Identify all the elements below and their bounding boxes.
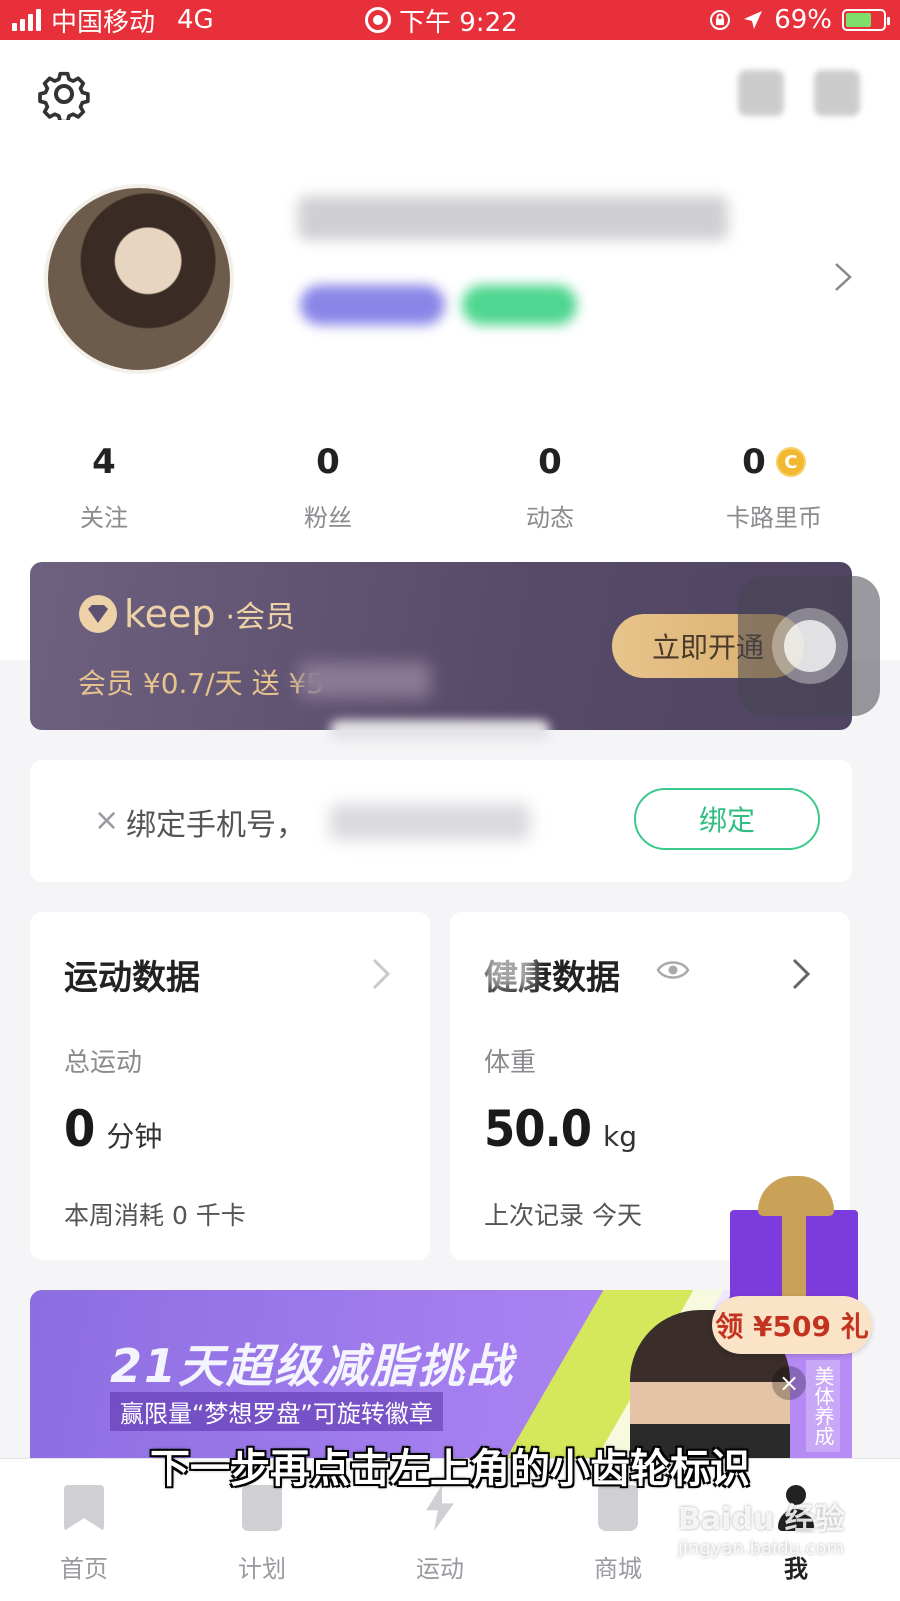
- stat-followers[interactable]: 0 粉丝: [228, 440, 428, 533]
- level-badge-blurred: [300, 285, 445, 325]
- bind-phone-text-blurred: [330, 804, 530, 840]
- watermark-brand: Baidu 经验: [678, 1502, 845, 1537]
- chevron-right-icon[interactable]: [788, 956, 814, 992]
- network-label: 4G: [177, 5, 214, 35]
- tab-home[interactable]: 首页: [24, 1459, 144, 1584]
- stat-following[interactable]: 4 关注: [4, 440, 204, 533]
- stat-posts[interactable]: 0 动态: [450, 440, 650, 533]
- weekly-calories: 本周消耗 0 千卡: [64, 1201, 246, 1230]
- rotation-lock-icon: [710, 10, 731, 30]
- weight-unit: kg: [603, 1120, 637, 1153]
- battery-icon: [842, 9, 890, 31]
- stat-value: 0: [742, 442, 766, 482]
- status-bar: 中国移动 4G 下午 9:22 69%: [0, 0, 900, 40]
- close-icon[interactable]: ×: [772, 1366, 806, 1400]
- sport-minutes-unit: 分钟: [106, 1120, 163, 1153]
- scroll-indicator: [330, 720, 550, 740]
- message-icon[interactable]: [814, 70, 860, 116]
- gift-claim-button[interactable]: 领 ¥509 礼: [712, 1296, 872, 1354]
- tab-sport[interactable]: 运动: [380, 1459, 500, 1584]
- bookmark-icon: [64, 1485, 104, 1531]
- document-icon: [242, 1485, 282, 1531]
- card-subtitle: 体重: [484, 1048, 537, 1078]
- stat-calorie-coins[interactable]: 0C 卡路里币: [674, 440, 874, 533]
- watermark-url: jingyan.baidu.com: [678, 1538, 845, 1559]
- chevron-right-icon[interactable]: [368, 956, 394, 992]
- coin-icon: C: [775, 447, 806, 477]
- carrier-label: 中国移动: [51, 7, 156, 38]
- avatar[interactable]: [44, 184, 234, 374]
- battery-percent: 69%: [774, 5, 832, 35]
- stat-label: 卡路里币: [726, 504, 822, 532]
- tab-label: 首页: [60, 1555, 108, 1583]
- close-icon[interactable]: ×: [94, 806, 119, 836]
- promo-blurred: [300, 662, 430, 698]
- weight-value: 50.0: [484, 1100, 592, 1158]
- baidu-watermark: Baidu 经验 jingyan.baidu.com: [678, 1494, 845, 1559]
- title-blur: [484, 948, 534, 988]
- challenge-headline: 21天超级减脂挑战: [110, 1339, 515, 1393]
- shopping-bag-icon: [598, 1485, 638, 1531]
- bolt-icon: [426, 1485, 454, 1531]
- gift-box-icon[interactable]: [722, 1176, 872, 1306]
- profile-stats: 4 关注 0 粉丝 0 动态 0C 卡路里币: [0, 440, 900, 540]
- logo-text: keep: [124, 592, 216, 636]
- logo-suffix: ·会员: [225, 600, 296, 635]
- membership-promo: 会员 ¥0.7/天 送 ¥5: [78, 667, 325, 700]
- time-label: 下午 9:22: [399, 7, 518, 38]
- header-actions: [738, 70, 860, 116]
- sport-minutes-value: 0: [64, 1100, 95, 1158]
- challenge-subline: 赢限量“梦想罗盘”可旋转徽章: [110, 1392, 443, 1431]
- membership-banner[interactable]: keep ·会员 会员 ¥0.7/天 送 ¥5 立即开通: [30, 562, 852, 730]
- assistive-touch-button[interactable]: [738, 576, 880, 716]
- chevron-right-icon[interactable]: [828, 262, 858, 292]
- status-badge-blurred: [462, 285, 577, 325]
- location-icon: [744, 11, 763, 29]
- stat-value: 0: [538, 442, 562, 482]
- stat-value: 4: [92, 442, 116, 482]
- nickname-blurred: [298, 196, 728, 240]
- tab-label: 计划: [238, 1555, 286, 1583]
- tab-label: 运动: [416, 1555, 464, 1583]
- last-record: 上次记录 今天: [484, 1201, 642, 1230]
- stat-label: 动态: [526, 504, 574, 532]
- signal-icon: [12, 9, 41, 31]
- tab-plan[interactable]: 计划: [202, 1459, 322, 1584]
- tab-label: 商城: [594, 1555, 642, 1583]
- keep-vip-logo: keep ·会员: [78, 592, 295, 636]
- card-title: 运动数据: [64, 958, 200, 998]
- card-subtitle: 总运动: [64, 1048, 143, 1078]
- screen-record-icon: [365, 7, 391, 33]
- sport-data-card[interactable]: 运动数据 总运动 0 分钟 本周消耗 0 千卡: [30, 912, 430, 1260]
- tab-mall[interactable]: 商城: [558, 1459, 678, 1584]
- bind-phone-card: × 绑定手机号， 绑定: [30, 760, 852, 882]
- diamond-icon: [79, 595, 117, 633]
- challenge-side-text: 美体养成: [806, 1360, 840, 1452]
- bind-button[interactable]: 绑定: [634, 788, 820, 850]
- stat-value: 0: [316, 442, 340, 482]
- gear-icon[interactable]: [38, 68, 90, 120]
- blurred-icon[interactable]: [738, 70, 784, 116]
- stat-label: 粉丝: [304, 504, 352, 532]
- stat-label: 关注: [80, 504, 128, 532]
- bind-phone-text: 绑定手机号，: [126, 808, 306, 843]
- eye-icon[interactable]: [656, 958, 690, 982]
